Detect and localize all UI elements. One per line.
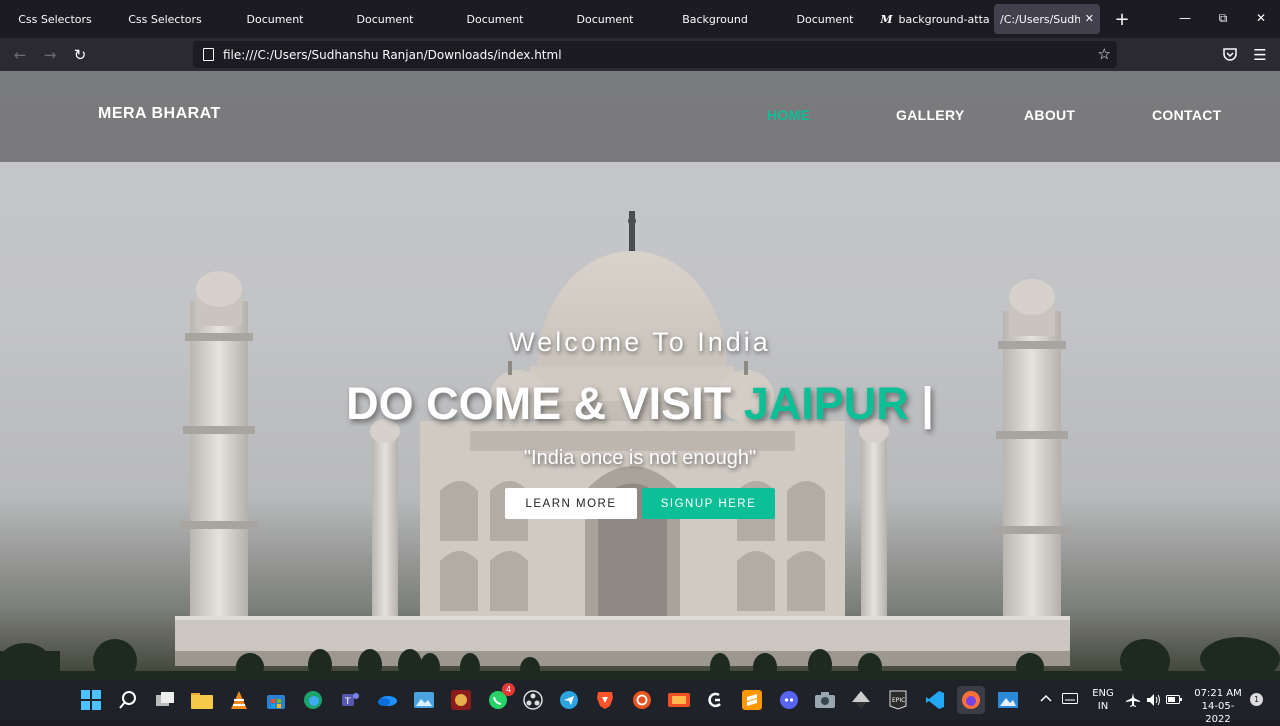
photos-icon[interactable] xyxy=(410,686,438,714)
language-indicator[interactable]: ENG IN xyxy=(1090,687,1116,713)
tab-title: Document xyxy=(796,12,854,26)
hero-tagline: "India once is not enough" xyxy=(523,447,757,469)
edge-browser-icon[interactable] xyxy=(299,686,327,714)
airplane-mode-icon[interactable] xyxy=(1126,693,1140,711)
inkscape-icon[interactable] xyxy=(847,686,875,714)
url-text: file:///C:/Users/Sudhanshu Ranjan/Downlo… xyxy=(223,47,562,62)
new-tab-button[interactable]: + xyxy=(1104,4,1140,34)
browser-tab-active[interactable]: /C:/Users/Sudhans ✕ xyxy=(994,4,1100,34)
bookmark-star-icon[interactable]: ☆ xyxy=(1098,45,1111,63)
tab-favicon: M xyxy=(880,12,893,26)
address-bar[interactable]: file:///C:/Users/Sudhanshu Ranjan/Downlo… xyxy=(193,41,1117,68)
tab-title: background-atta xyxy=(898,12,990,26)
firefox-icon[interactable] xyxy=(957,686,985,714)
hero-headline: DO COME & VISIT JAIPUR | xyxy=(0,378,1280,430)
show-hidden-icons-chevron-icon[interactable] xyxy=(1040,693,1052,706)
tab-title: Document xyxy=(466,12,524,26)
whatsapp-badge: 4 xyxy=(502,683,515,696)
windows-taskbar: T 4 EPIC ENG IN 07:21 AM 14-05-2022 1 xyxy=(0,680,1280,725)
vlc-icon[interactable] xyxy=(225,686,253,714)
page-icon xyxy=(203,48,214,61)
signup-button[interactable]: SIGNUP HERE xyxy=(642,488,775,519)
telegram-icon[interactable] xyxy=(555,686,583,714)
page-viewport: MERA BHARAT HOME GALLERY ABOUT CONTACT W… xyxy=(0,71,1280,680)
forward-arrow-icon[interactable]: → xyxy=(35,41,65,69)
language-code: ENG xyxy=(1092,688,1114,699)
obs-icon[interactable] xyxy=(519,686,547,714)
browser-tab[interactable]: Document xyxy=(550,4,660,34)
clock-date: 14-05-2022 xyxy=(1201,701,1235,725)
pocket-icon[interactable] xyxy=(1215,38,1245,71)
windows-start-icon[interactable] xyxy=(77,686,105,714)
tab-title: Document xyxy=(576,12,634,26)
onedrive-icon[interactable] xyxy=(373,686,401,714)
file-explorer-icon[interactable] xyxy=(188,686,216,714)
svg-text:T: T xyxy=(344,697,351,707)
browser-tab[interactable]: Document xyxy=(220,4,330,34)
epic-games-icon[interactable]: EPIC xyxy=(884,686,912,714)
back-arrow-icon[interactable]: ← xyxy=(5,41,35,69)
navigation-toolbar: ← → ↻ file:///C:/Users/Sudhanshu Ranjan/… xyxy=(0,38,1280,71)
search-icon[interactable] xyxy=(114,686,142,714)
github-desktop-icon[interactable] xyxy=(701,686,729,714)
typing-cursor: | xyxy=(908,378,934,429)
svg-text:EPIC: EPIC xyxy=(892,697,905,704)
hero-welcome-text: Welcome To India xyxy=(509,327,771,357)
browser-tab[interactable]: Document xyxy=(770,4,880,34)
keyboard-icon[interactable] xyxy=(1062,693,1078,708)
system-clock[interactable]: 07:21 AM 14-05-2022 xyxy=(1190,687,1246,726)
sublime-text-icon[interactable] xyxy=(738,686,766,714)
restore-icon[interactable]: ⧉ xyxy=(1204,0,1242,36)
browser-tab[interactable]: Document xyxy=(440,4,550,34)
slides-app-icon[interactable] xyxy=(665,686,693,714)
close-tab-icon[interactable]: ✕ xyxy=(1085,12,1094,25)
language-region: IN xyxy=(1097,701,1109,712)
camera-icon[interactable] xyxy=(811,686,839,714)
hero-section: Welcome To India DO COME & VISIT JAIPUR … xyxy=(0,71,1280,680)
headline-city: JAIPUR xyxy=(743,378,909,429)
microsoft-store-icon[interactable] xyxy=(262,686,290,714)
tab-title: Document xyxy=(356,12,414,26)
clock-time: 07:21 AM xyxy=(1194,688,1242,699)
task-view-icon[interactable] xyxy=(151,686,179,714)
learn-more-button[interactable]: LEARN MORE xyxy=(505,488,637,519)
minimize-icon[interactable]: — xyxy=(1166,0,1204,36)
tab-title: Css Selectors xyxy=(128,12,202,26)
brave-browser-icon[interactable] xyxy=(591,686,619,714)
teams-icon[interactable]: T xyxy=(336,686,364,714)
browser-tab[interactable]: M background-atta xyxy=(880,4,990,34)
reload-icon[interactable]: ↻ xyxy=(65,41,95,69)
vscode-icon[interactable] xyxy=(921,686,949,714)
discord-icon[interactable] xyxy=(775,686,803,714)
tab-title: /C:/Users/Sudhans xyxy=(1000,12,1080,26)
headline-prefix: DO COME & VISIT xyxy=(346,378,744,429)
tab-title: Document xyxy=(246,12,304,26)
ubuntu-icon[interactable] xyxy=(628,686,656,714)
browser-tab[interactable]: Css Selectors xyxy=(0,4,110,34)
tab-strip: Css Selectors Css Selectors Document Doc… xyxy=(0,0,1280,38)
browser-tab[interactable]: Document xyxy=(330,4,440,34)
battery-icon[interactable] xyxy=(1166,694,1182,709)
browser-tab[interactable]: Css Selectors xyxy=(110,4,220,34)
tab-title: Css Selectors xyxy=(18,12,92,26)
menu-hamburger-icon[interactable]: ☰ xyxy=(1245,38,1275,71)
volume-icon[interactable] xyxy=(1146,693,1162,711)
image-viewer-icon[interactable] xyxy=(994,686,1022,714)
browser-tab[interactable]: Background xyxy=(660,4,770,34)
close-window-icon[interactable]: ✕ xyxy=(1242,0,1280,36)
notification-badge[interactable]: 1 xyxy=(1250,693,1263,706)
tab-title: Background xyxy=(682,12,748,26)
game-app-icon[interactable] xyxy=(447,686,475,714)
whatsapp-icon[interactable]: 4 xyxy=(484,683,515,714)
